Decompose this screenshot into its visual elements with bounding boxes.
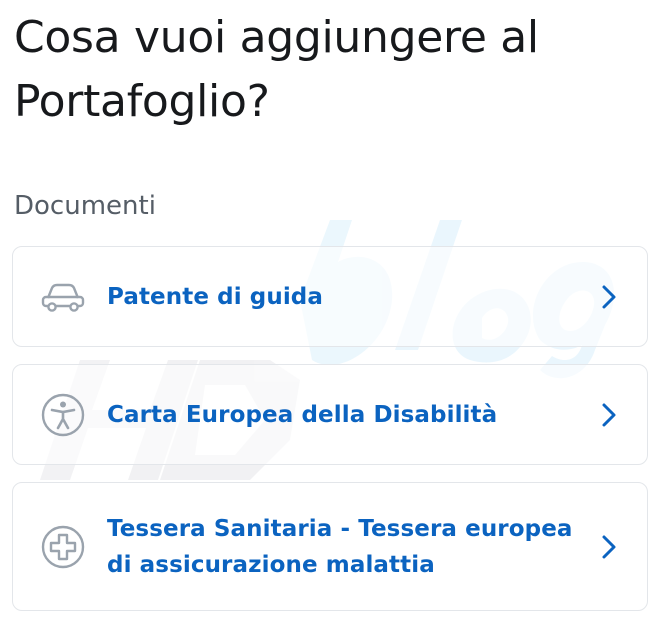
list-item-tessera-sanitaria[interactable]: Tessera Sanitaria - Tessera europea di a… [12,482,648,611]
section-label-documenti: Documenti [14,188,156,224]
list-item-label: Patente di guida [107,279,577,315]
health-cross-icon [39,523,87,571]
list-item-patente[interactable]: Patente di guida [12,246,648,347]
chevron-right-icon [597,282,621,312]
chevron-right-icon [597,532,621,562]
page-title: Cosa vuoi aggiungere al Portafoglio? [14,6,634,134]
car-icon [39,273,87,321]
list-item-label: Tessera Sanitaria - Tessera europea di a… [107,511,577,583]
list-item-label: Carta Europea della Disabilità [107,397,577,433]
accessibility-icon [39,391,87,439]
chevron-right-icon [597,400,621,430]
list-item-carta-disabilita[interactable]: Carta Europea della Disabilità [12,364,648,465]
documents-list: Patente di guida Carta Europea della Dis… [12,246,648,628]
